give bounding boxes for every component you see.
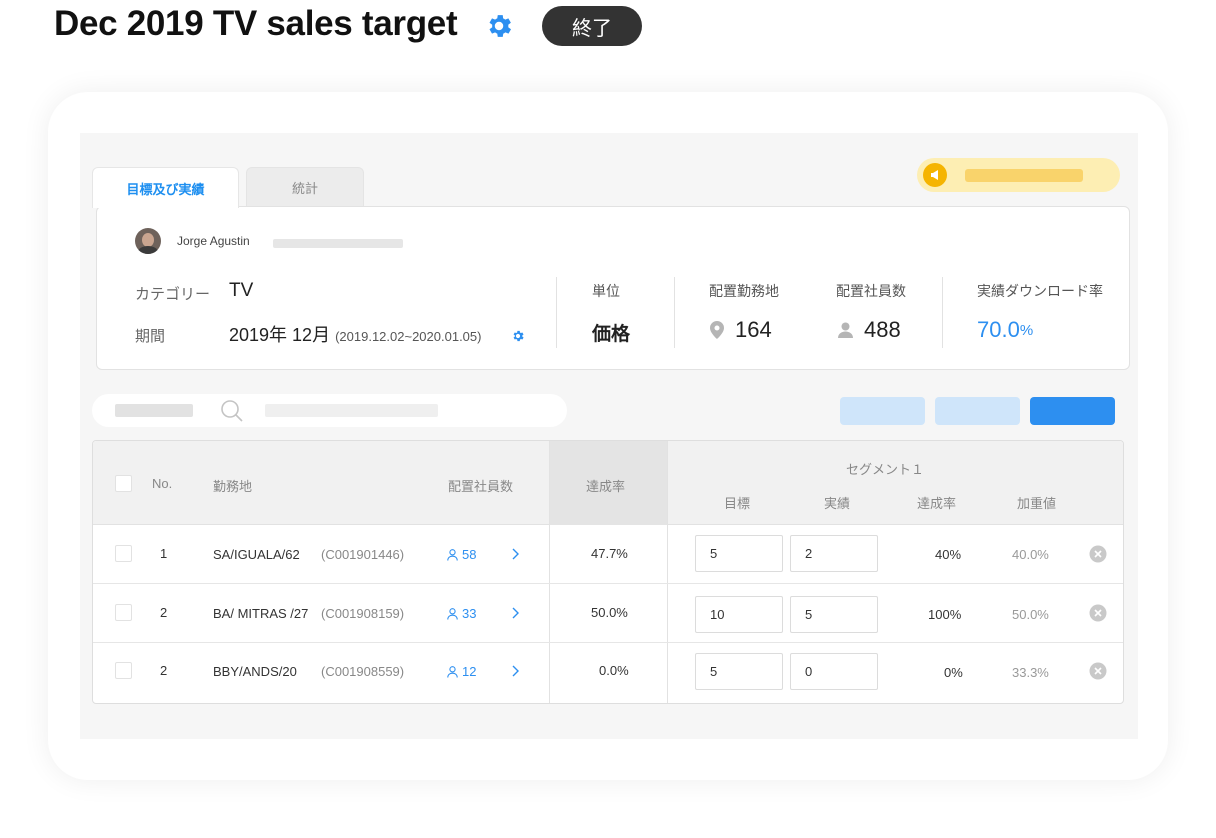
avatar [135, 228, 161, 254]
select-all-checkbox[interactable] [115, 475, 132, 492]
notice-banner[interactable] [917, 158, 1120, 192]
tab-statistics[interactable]: 統計 [246, 167, 364, 207]
row-no: 1 [160, 546, 168, 561]
divider [942, 277, 943, 348]
col-actual: 実績 [824, 496, 851, 511]
employees-value: 488 [838, 317, 901, 343]
actual-input[interactable] [790, 596, 878, 633]
row-weight: 50.0% [1012, 607, 1049, 622]
download-rate-value: 70.0% [977, 317, 1034, 342]
col-weight: 加重値 [1017, 496, 1057, 511]
user-detail-placeholder [273, 239, 403, 248]
col-rate: 達成率 [586, 479, 626, 494]
row-seg-rate: 40% [935, 547, 962, 562]
chevron-right-icon[interactable] [510, 547, 520, 561]
col-location: 勤務地 [213, 479, 253, 494]
target-table: No. 勤務地 配置社員数 達成率 セグメント１ 目標 実績 達成率 加重値 1… [92, 440, 1124, 704]
row-rate: 47.7% [591, 546, 628, 561]
col-no: No. [152, 476, 173, 491]
chevron-right-icon[interactable] [510, 606, 520, 620]
row-no: 2 [160, 605, 168, 620]
person-icon [447, 548, 458, 561]
row-location: SA/IGUALA/62 [213, 547, 300, 562]
row-location: BA/ MITRAS /27 [213, 606, 309, 621]
locations-label: 配置勤務地 [709, 283, 779, 299]
divider [556, 277, 557, 348]
megaphone-icon [923, 163, 947, 187]
action-button-2[interactable] [935, 397, 1020, 425]
search-bar[interactable] [92, 394, 567, 427]
row-location-code: (C001908159) [321, 606, 405, 621]
page-title: Dec 2019 TV sales target [54, 4, 458, 43]
row-rate: 0.0% [599, 663, 629, 678]
row-seg-rate: 0% [944, 665, 963, 680]
status-badge: 終了 [542, 6, 642, 46]
col-seg-rate: 達成率 [917, 496, 957, 511]
period-range: (2019.12.02~2020.01.05) [335, 329, 482, 344]
divider [674, 277, 675, 348]
row-rate: 50.0% [591, 605, 628, 620]
row-location: BBY/ANDS/20 [213, 664, 297, 679]
notice-text-placeholder [965, 169, 1083, 182]
target-input[interactable] [695, 535, 783, 572]
category-value: TV [229, 280, 254, 301]
unit-value: 価格 [592, 324, 631, 345]
row-weight: 33.3% [1012, 665, 1049, 680]
search-input[interactable] [265, 404, 438, 417]
gear-icon[interactable] [511, 329, 525, 343]
map-pin-icon [710, 321, 724, 339]
row-weight: 40.0% [1012, 547, 1049, 562]
search-icon[interactable] [220, 399, 244, 423]
user-name: Jorge Agustin [177, 234, 250, 248]
row-checkbox[interactable] [115, 662, 132, 679]
tab-targets-results[interactable]: 目標及び実績 [92, 167, 239, 208]
close-circle-icon[interactable] [1089, 604, 1107, 622]
action-button-1[interactable] [840, 397, 925, 425]
row-seg-rate: 100% [928, 607, 962, 622]
row-checkbox[interactable] [115, 604, 132, 621]
period-label: 期間 [135, 328, 166, 345]
row-employees[interactable]: 33 [447, 606, 476, 621]
row-employees[interactable]: 12 [447, 664, 476, 679]
actual-input[interactable] [790, 653, 878, 690]
employees-label: 配置社員数 [836, 283, 906, 299]
row-employees[interactable]: 58 [447, 547, 476, 562]
unit-label: 単位 [592, 283, 620, 299]
chevron-right-icon[interactable] [510, 664, 520, 678]
page-header: Dec 2019 TV sales target 終了 [54, 2, 642, 46]
target-input[interactable] [695, 596, 783, 633]
target-info-box: Jorge Agustin カテゴリー TV 期間 2019年 12月 (201… [96, 206, 1130, 370]
period-value: 2019年 12月 (2019.12.02~2020.01.05) [229, 321, 481, 347]
row-location-code: (C001908559) [321, 664, 405, 679]
close-circle-icon[interactable] [1089, 662, 1107, 680]
category-label: カテゴリー [135, 286, 211, 303]
person-icon [447, 607, 458, 620]
close-circle-icon[interactable] [1089, 545, 1107, 563]
col-segment: セグメント１ [846, 462, 925, 477]
row-no: 2 [160, 663, 168, 678]
col-target: 目標 [724, 496, 751, 511]
actual-input[interactable] [790, 535, 878, 572]
table-header: No. 勤務地 配置社員数 達成率 セグメント１ 目標 実績 達成率 加重値 [93, 441, 1123, 525]
gear-icon[interactable] [484, 11, 514, 41]
period-month: 2019年 12月 [229, 325, 331, 345]
col-employees: 配置社員数 [448, 479, 514, 494]
target-input[interactable] [695, 653, 783, 690]
locations-value: 164 [710, 317, 772, 343]
primary-action-button[interactable] [1030, 397, 1115, 425]
row-checkbox[interactable] [115, 545, 132, 562]
search-filter-placeholder[interactable] [115, 404, 193, 417]
person-icon [838, 322, 853, 338]
row-location-code: (C001901446) [321, 547, 405, 562]
download-rate-label: 実績ダウンロード率 [977, 283, 1103, 299]
person-icon [447, 665, 458, 678]
